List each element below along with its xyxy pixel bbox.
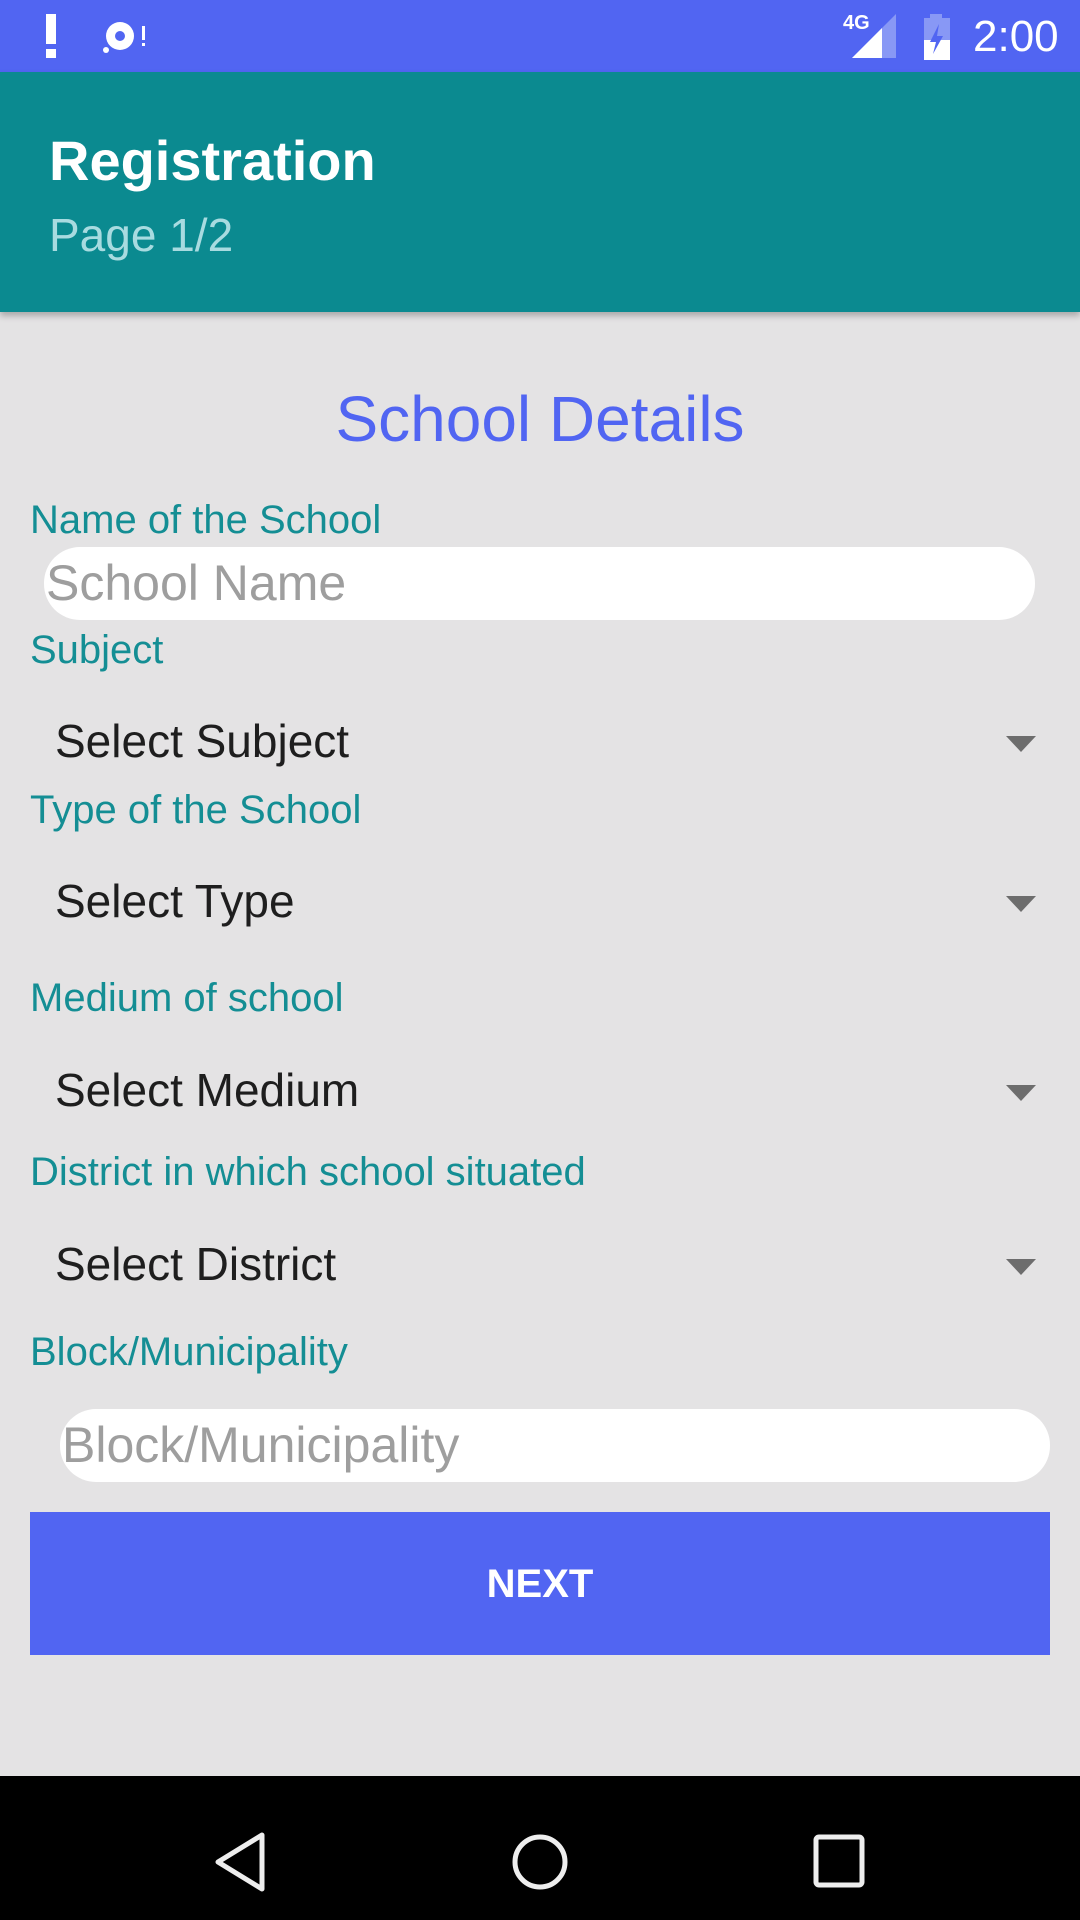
subject-label: Subject bbox=[30, 628, 164, 672]
district-dropdown[interactable]: Select District bbox=[30, 1221, 1050, 1311]
chevron-down-icon bbox=[1006, 1259, 1036, 1275]
school-type-dropdown[interactable]: Select Type bbox=[30, 858, 1050, 948]
district-label: District in which school situated bbox=[30, 1150, 586, 1194]
subject-dropdown[interactable]: Select Subject bbox=[30, 698, 1050, 788]
alert-icon bbox=[46, 14, 56, 58]
chevron-down-icon bbox=[1006, 1085, 1036, 1101]
medium-label: Medium of school bbox=[30, 976, 344, 1020]
clock: 2:00 bbox=[973, 12, 1059, 61]
recents-icon[interactable] bbox=[812, 1833, 868, 1891]
navigation-bar bbox=[0, 1776, 1080, 1920]
school-type-label: Type of the School bbox=[30, 788, 362, 832]
page-subtitle: Page 1/2 bbox=[49, 209, 234, 261]
home-icon[interactable] bbox=[508, 1831, 572, 1893]
sync-problem-icon bbox=[103, 22, 145, 53]
block-placeholder: Block/Municipality bbox=[62, 1417, 460, 1473]
district-selected: Select District bbox=[55, 1238, 337, 1290]
section-heading: School Details bbox=[335, 383, 745, 455]
school-name-placeholder: School Name bbox=[46, 555, 347, 611]
medium-selected: Select Medium bbox=[55, 1064, 360, 1116]
school-name-input[interactable]: School Name bbox=[44, 547, 1035, 620]
block-label: Block/Municipality bbox=[30, 1330, 348, 1374]
chevron-down-icon bbox=[1006, 736, 1036, 752]
status-bar: 4G 2:00 bbox=[0, 0, 1080, 72]
battery-charging-icon bbox=[924, 14, 950, 60]
school-name-label: Name of the School bbox=[30, 498, 382, 542]
school-type-selected: Select Type bbox=[55, 875, 295, 927]
block-input[interactable]: Block/Municipality bbox=[60, 1409, 1050, 1482]
chevron-down-icon bbox=[1006, 896, 1036, 912]
next-button[interactable]: NEXT bbox=[30, 1512, 1050, 1655]
signal-4g-icon bbox=[852, 14, 896, 58]
subject-selected: Select Subject bbox=[55, 715, 350, 767]
page-title: Registration bbox=[49, 129, 376, 192]
medium-dropdown[interactable]: Select Medium bbox=[30, 1047, 1050, 1137]
back-icon[interactable] bbox=[212, 1831, 268, 1893]
